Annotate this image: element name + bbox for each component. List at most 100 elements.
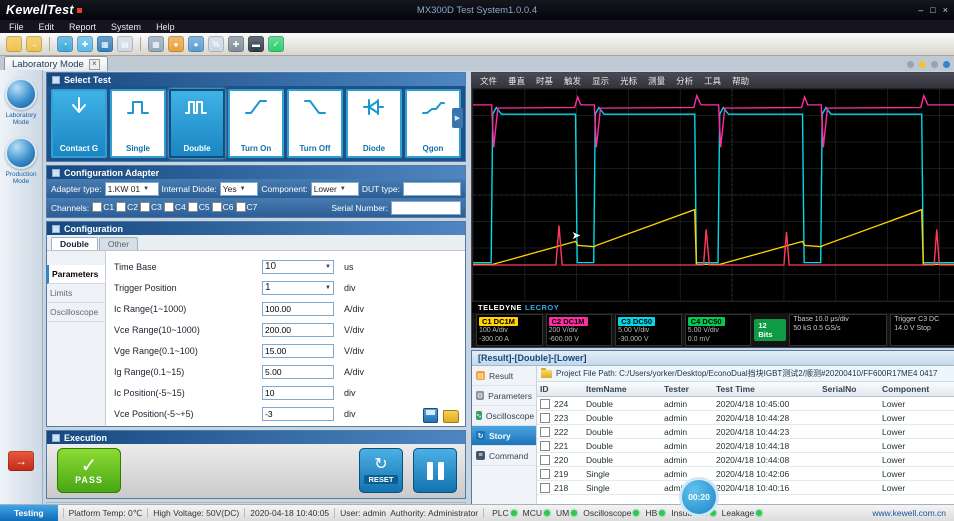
test-button-single[interactable]: Single — [110, 89, 166, 158]
save-icon[interactable] — [423, 408, 438, 423]
test-button-turn-off[interactable]: Turn Off — [287, 89, 343, 158]
test-button-double[interactable]: Double — [169, 89, 225, 158]
channel-checkbox-c4[interactable]: C4 — [164, 202, 186, 212]
menu-report[interactable]: Report — [69, 22, 96, 32]
pause-button[interactable] — [413, 448, 457, 493]
test-scroll-right-button[interactable]: ▶ — [452, 108, 463, 128]
row-checkbox[interactable] — [540, 427, 550, 437]
field-input-vge-range-0-1-100[interactable] — [262, 344, 334, 358]
channel-box-c3[interactable]: C3 DC505.00 V/div-30.000 V — [615, 314, 682, 346]
tab-close-icon[interactable]: × — [89, 59, 100, 70]
table-row[interactable]: 218Singleadmin2020/4/18 10:40:16Lower — [537, 481, 954, 495]
sidebar-item-production-mode[interactable]: Production Mode — [0, 137, 42, 186]
reset-button[interactable]: ↻ RESET — [359, 448, 403, 493]
column-header-id[interactable]: ID — [537, 384, 583, 394]
row-checkbox[interactable] — [540, 399, 550, 409]
channel-checkbox-c1[interactable]: C1 — [92, 202, 114, 212]
users-icon[interactable]: ● — [188, 36, 204, 52]
config-side-tab-limits[interactable]: Limits — [47, 284, 105, 303]
power-icon[interactable]: ✓ — [268, 36, 284, 52]
scope-menu-1[interactable]: 垂直 — [508, 75, 525, 87]
results-tab-result[interactable]: ▤Result — [472, 366, 536, 386]
channel-box-c4[interactable]: C4 DC505.00 V/div0.0 mV — [685, 314, 752, 346]
scope-menu-9[interactable]: 帮助 — [732, 75, 749, 87]
results-tab-story[interactable]: ↻Story — [472, 426, 536, 446]
menu-help[interactable]: Help — [156, 22, 175, 32]
table-row[interactable]: 223Doubleadmin2020/4/18 10:44:28Lower — [537, 411, 954, 425]
table-row[interactable]: 224Doubleadmin2020/4/18 10:45:00Lower — [537, 397, 954, 411]
report-icon[interactable]: ▤ — [117, 36, 133, 52]
results-tab-command[interactable]: ≡Command — [472, 446, 536, 466]
scope-menu-6[interactable]: 测量 — [648, 75, 665, 87]
column-header-tester[interactable]: Tester — [661, 384, 713, 394]
scope-menu-8[interactable]: 工具 — [704, 75, 721, 87]
checkbox-icon[interactable] — [92, 202, 102, 212]
checkbox-icon[interactable] — [236, 202, 246, 212]
column-header-test-time[interactable]: Test Time — [713, 384, 819, 394]
column-header-itemname[interactable]: ItemName — [583, 384, 661, 394]
monitor-icon[interactable]: ▬ — [248, 36, 264, 52]
dut-type-input[interactable] — [403, 182, 461, 196]
menu-file[interactable]: File — [9, 22, 24, 32]
channel-box-c1[interactable]: C1 DC1M100 A/div-300.00 A — [476, 314, 543, 346]
results-tab-oscilloscope[interactable]: ∿Oscilloscope — [472, 406, 536, 426]
config-tab-other[interactable]: Other — [99, 237, 138, 250]
test-button-turn-on[interactable]: Turn On — [228, 89, 284, 158]
table-row[interactable]: 221Doubleadmin2020/4/18 10:44:18Lower — [537, 439, 954, 453]
open-folder-icon[interactable]: → — [26, 36, 42, 52]
field-input-ig-range-0-1-15[interactable] — [262, 365, 334, 379]
internal-diode-select[interactable]: Yes▼ — [220, 182, 259, 196]
menu-system[interactable]: System — [111, 22, 141, 32]
channel-checkbox-c3[interactable]: C3 — [140, 202, 162, 212]
checkbox-icon[interactable] — [188, 202, 198, 212]
row-checkbox[interactable] — [540, 469, 550, 479]
maximize-button[interactable]: □ — [930, 5, 935, 15]
config-tab-double[interactable]: Double — [51, 237, 98, 250]
timebase-box[interactable]: Tbase 10.0 μs/div50 kS 0.5 GS/s — [789, 314, 887, 346]
channel-box-c2[interactable]: C2 DC1M200 V/div-600.00 V — [546, 314, 613, 346]
new-folder-icon[interactable] — [6, 36, 22, 52]
scope-menu-0[interactable]: 文件 — [480, 75, 497, 87]
scope-menu-3[interactable]: 触发 — [564, 75, 581, 87]
menu-edit[interactable]: Edit — [39, 22, 55, 32]
adapter-type-select[interactable]: 1.KW 01▼ — [105, 182, 159, 196]
field-input-vce-range-10-1000[interactable] — [262, 323, 334, 337]
row-checkbox[interactable] — [540, 413, 550, 423]
component-select[interactable]: Lower▼ — [311, 182, 359, 196]
field-select-time-base[interactable]: 10▼ — [262, 260, 334, 274]
trigger-box[interactable]: Trigger C3 DC14.0 V Stop — [890, 314, 954, 346]
exit-button[interactable]: → — [8, 451, 34, 471]
field-input-vce-position-5-5[interactable] — [262, 407, 334, 421]
percent-icon[interactable]: % — [208, 36, 224, 52]
row-checkbox[interactable] — [540, 441, 550, 451]
channel-checkbox-c5[interactable]: C5 — [188, 202, 210, 212]
scope-menu-4[interactable]: 显示 — [592, 75, 609, 87]
field-input-ic-range-1-1000[interactable] — [262, 302, 334, 316]
config-side-tab-oscilloscope[interactable]: Oscilloscope — [47, 303, 105, 322]
checkbox-icon[interactable] — [212, 202, 222, 212]
export-folder-icon[interactable] — [443, 410, 459, 423]
checkbox-icon[interactable] — [164, 202, 174, 212]
user-icon[interactable]: ● — [168, 36, 184, 52]
oscilloscope-display[interactable]: ➤ — [472, 88, 954, 302]
test-button-contact-g[interactable]: Contact G — [51, 89, 107, 158]
close-button[interactable]: × — [943, 5, 948, 15]
checkbox-icon[interactable] — [140, 202, 150, 212]
tools-icon[interactable]: ✚ — [228, 36, 244, 52]
probe-icon[interactable]: ✚ — [77, 36, 93, 52]
test-button-diode[interactable]: Diode — [346, 89, 402, 158]
channel-checkbox-c7[interactable]: C7 — [236, 202, 258, 212]
field-input-ic-position-5-15[interactable] — [262, 386, 334, 400]
config-side-tab-parameters[interactable]: Parameters — [47, 265, 105, 284]
column-header-serialno[interactable]: SerialNo — [819, 384, 879, 394]
minimize-button[interactable]: – — [918, 5, 923, 15]
table-row[interactable]: 220Doubleadmin2020/4/18 10:44:08Lower — [537, 453, 954, 467]
tab-laboratory-mode[interactable]: Laboratory Mode × — [4, 56, 108, 71]
table-row[interactable]: 222Doubleadmin2020/4/18 10:44:23Lower — [537, 425, 954, 439]
serial-number-input[interactable] — [391, 201, 461, 215]
row-checkbox[interactable] — [540, 455, 550, 465]
scope-menu-7[interactable]: 分析 — [676, 75, 693, 87]
scope-menu-2[interactable]: 时基 — [536, 75, 553, 87]
table-row[interactable]: 219Singleadmin2020/4/18 10:42:06Lower — [537, 467, 954, 481]
field-select-trigger-position[interactable]: 1▼ — [262, 281, 334, 295]
